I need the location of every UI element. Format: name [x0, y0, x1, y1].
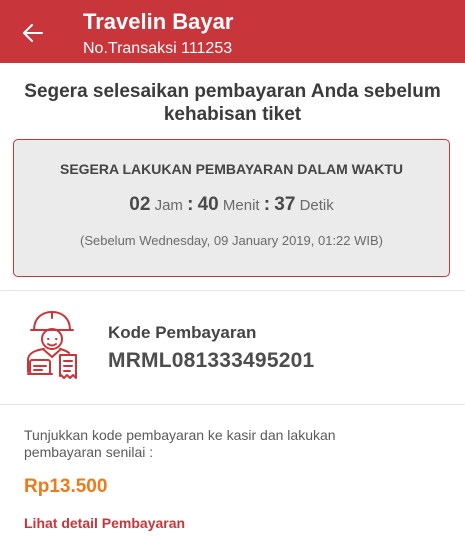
arrow-left-icon [23, 24, 43, 42]
transaction-number: No.Transaksi 111253 [83, 40, 233, 57]
countdown-minutes-unit: Menit [222, 197, 260, 214]
deadline-note: (Sebelum Wednesday, 09 January 2019, 01:… [79, 233, 384, 248]
payment-code-label: Kode Pembayaran [108, 323, 257, 342]
countdown-separator: : [263, 194, 271, 215]
countdown-separator: : [187, 194, 194, 215]
countdown-seconds: 37 [274, 194, 296, 215]
payment-code-value: MRML081333495201 [108, 349, 315, 372]
countdown-hours: 02 [129, 194, 151, 215]
header-title: Travelin Bayar [83, 9, 234, 34]
countdown-heading: SEGERA LAKUKAN PEMBAYARAN DALAM WAKTU [59, 161, 403, 177]
countdown-seconds-unit: Detik [299, 197, 334, 214]
payment-amount: Rp13.500 [24, 476, 108, 497]
app-header: Travelin Bayar No.Transaksi 111253 [0, 0, 465, 63]
payment-instruction: Tunjukkan kode pembayaran ke kasir dan l… [24, 427, 336, 460]
countdown-minutes: 40 [197, 194, 219, 215]
countdown-hours-unit: Jam [154, 197, 183, 214]
cashier-icon [27, 311, 77, 379]
divider [0, 290, 465, 291]
countdown-timer: 02 Jam : 40 Menit : 37 Detik [14, 194, 449, 216]
back-button[interactable] [20, 20, 46, 46]
divider [0, 404, 465, 405]
payment-detail-link[interactable]: Lihat detail Pembayaran [24, 515, 185, 531]
countdown-box: SEGERA LAKUKAN PEMBAYARAN DALAM WAKTU 02… [13, 139, 450, 277]
urgency-message: Segera selesaikan pembayaran Anda sebelu… [24, 81, 441, 125]
